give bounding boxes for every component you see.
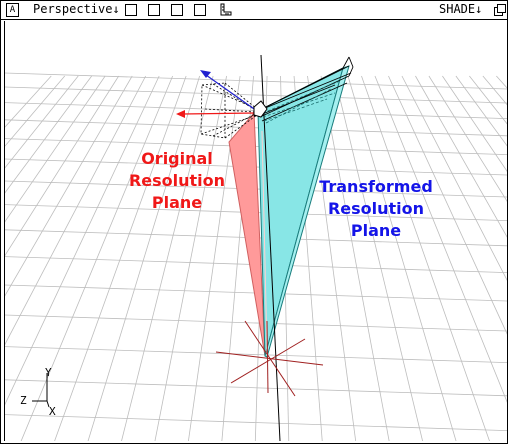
grid-line-depth bbox=[482, 75, 507, 106]
grid-line-depth bbox=[5, 75, 160, 406]
grid-line-horizontal bbox=[5, 346, 507, 363]
original-label-line2: Resolution bbox=[128, 171, 226, 190]
transformed-label-line2: Resolution bbox=[327, 199, 425, 218]
grid-line-horizontal bbox=[5, 314, 507, 332]
grid-line-horizontal bbox=[5, 379, 507, 397]
view-mode-menu[interactable]: Perspective↓ bbox=[33, 2, 120, 16]
viewport-menubar: A Perspective↓ SHADE↓ bbox=[1, 1, 507, 20]
grid-line-depth bbox=[347, 75, 457, 441]
grid-line-depth bbox=[415, 75, 507, 238]
original-arrow-head bbox=[176, 110, 185, 118]
transformed-plane-label: Transformed Resolution Plane bbox=[309, 176, 443, 242]
3d-viewport[interactable]: Original Resolution Plane Transformed Re… bbox=[4, 21, 507, 441]
original-plane-label: Original Resolution Plane bbox=[117, 148, 237, 214]
grid-line-horizontal bbox=[5, 86, 507, 104]
grid-line-depth bbox=[496, 75, 507, 89]
axis-label-y: Y bbox=[45, 366, 52, 379]
transformed-label-line3: Plane bbox=[350, 221, 402, 240]
grid-line-depth bbox=[20, 75, 174, 441]
grid-line-depth bbox=[5, 75, 52, 128]
grid-line-depth bbox=[428, 75, 507, 202]
a-button[interactable]: A bbox=[6, 3, 19, 17]
grid-line-depth bbox=[469, 75, 507, 125]
layout-button-1[interactable] bbox=[125, 4, 137, 16]
original-label-line1: Original bbox=[141, 149, 213, 168]
grid-line-depth bbox=[361, 75, 490, 441]
layout-button-3[interactable] bbox=[171, 4, 183, 16]
layout-button-2[interactable] bbox=[148, 4, 160, 16]
grid-line-depth bbox=[374, 75, 507, 403]
grid-line-depth bbox=[442, 75, 507, 172]
maximize-icon[interactable] bbox=[494, 4, 506, 16]
ruler-icon[interactable] bbox=[219, 3, 233, 17]
transformed-label-line1: Transformed bbox=[319, 177, 433, 196]
grid-line-depth bbox=[388, 75, 507, 335]
original-direction-arrow bbox=[182, 112, 258, 115]
layout-button-4[interactable] bbox=[194, 4, 206, 16]
shade-menu[interactable]: SHADE↓ bbox=[439, 2, 482, 16]
axis-label-z: Z bbox=[20, 394, 27, 407]
viewport-window: A Perspective↓ SHADE↓ Original Resolutio… bbox=[0, 0, 508, 444]
grid-line-depth bbox=[87, 75, 201, 441]
axis-label-x: X bbox=[49, 405, 56, 418]
grid-line-depth bbox=[401, 75, 507, 281]
original-label-line3: Plane bbox=[151, 193, 203, 212]
